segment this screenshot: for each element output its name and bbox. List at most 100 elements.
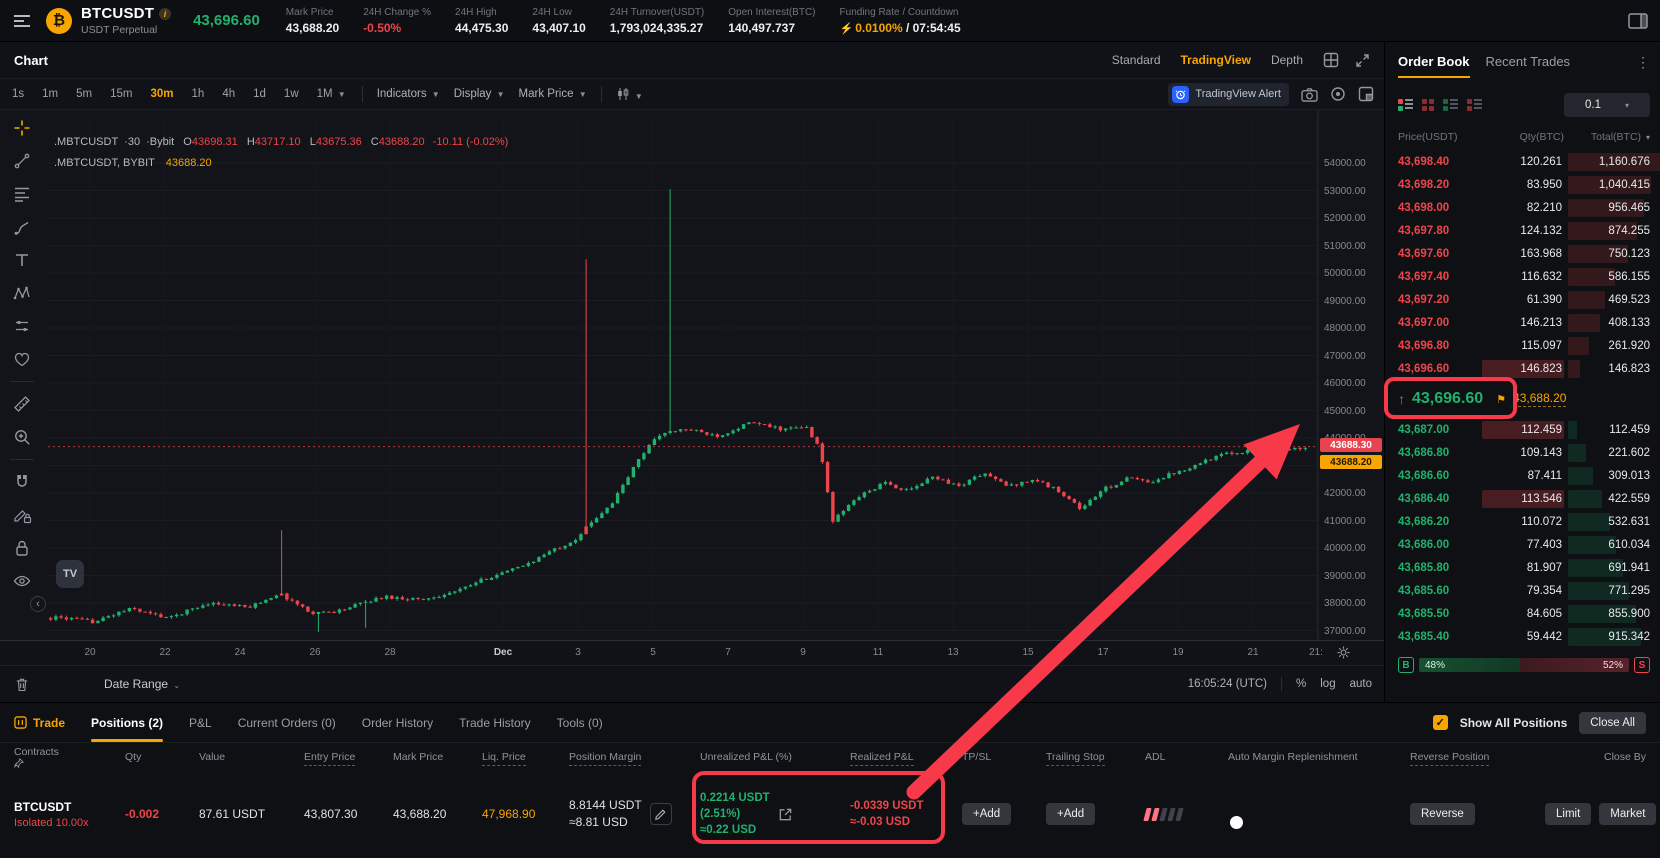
ask-row[interactable]: 43,697.60163.968750.123 <box>1385 242 1660 265</box>
tool-lock-all-icon[interactable] <box>9 536 35 560</box>
tool-crosshair-icon[interactable] <box>9 116 35 140</box>
timeframe-1d[interactable]: 1d <box>251 86 268 102</box>
tool-ruler-icon[interactable] <box>9 392 35 416</box>
camera-snapshot-icon[interactable] <box>1301 87 1318 102</box>
view-tab-depth[interactable]: Depth <box>1271 53 1303 67</box>
timeframe-1s[interactable]: 1s <box>10 86 26 102</box>
hamburger-menu-icon[interactable] <box>12 14 32 28</box>
bid-row[interactable]: 43,685.8081.907691.941 <box>1385 556 1660 579</box>
layout-screenshot-icon[interactable] <box>1358 86 1374 102</box>
candlestick-chart[interactable] <box>0 110 1384 640</box>
tab-positions-2-[interactable]: Positions (2) <box>91 703 163 742</box>
tool-favorites-heart-icon[interactable] <box>9 347 35 371</box>
tool-brush-icon[interactable] <box>9 215 35 239</box>
grid-layout-icon[interactable] <box>1323 52 1339 68</box>
close-limit-button[interactable]: Limit <box>1545 803 1591 825</box>
time-axis[interactable]: 2022242628Dec357911131517192121: <box>0 640 1384 666</box>
fullscreen-icon[interactable] <box>1355 53 1370 68</box>
tab-trade-history[interactable]: Trade History <box>459 703 531 742</box>
last-traded-price-row[interactable]: ↑ 43,696.60 ⚑ 43,688.20 <box>1385 380 1660 418</box>
close-all-button[interactable]: Close All <box>1579 712 1646 734</box>
timeframe-1w[interactable]: 1w <box>282 86 301 102</box>
view-tab-standard[interactable]: Standard <box>1112 53 1161 67</box>
trash-icon[interactable] <box>14 676 30 693</box>
menu-mark-price[interactable]: Mark Price ▼ <box>519 88 587 100</box>
menu-display[interactable]: Display ▼ <box>454 88 505 100</box>
ask-row[interactable]: 43,697.80124.132874.255 <box>1385 219 1660 242</box>
timeframe-30m[interactable]: 30m <box>149 86 176 102</box>
tool-fib-retracement-icon[interactable] <box>9 182 35 206</box>
tab-tools-0-[interactable]: Tools (0) <box>557 703 603 742</box>
tool-trendline-icon[interactable] <box>9 149 35 173</box>
tool-zoom-in-icon[interactable] <box>9 425 35 449</box>
chart-plot-area[interactable]: .MBTCUSDT·30·Bybit O43698.31 H43717.10 L… <box>0 110 1384 640</box>
ask-row[interactable]: 43,698.40120.2611,160.676 <box>1385 150 1660 173</box>
kebab-menu-icon[interactable]: ⋮ <box>1636 54 1650 71</box>
ob-mode-grid-icon[interactable] <box>1422 99 1434 111</box>
ob-mode-asks-icon[interactable] <box>1467 99 1482 111</box>
menu-indicators[interactable]: Indicators ▼ <box>377 88 440 100</box>
tool-xabcd-pattern-icon[interactable] <box>9 281 35 305</box>
ob-mode-bids-icon[interactable] <box>1443 99 1458 111</box>
bid-row[interactable]: 43,685.4059.442915.342 <box>1385 625 1660 648</box>
order-book-mark-price[interactable]: 43,688.20 <box>1513 391 1566 407</box>
tab-order-book[interactable]: Order Book <box>1398 54 1470 78</box>
timeframe-1h[interactable]: 1h <box>190 86 207 102</box>
ask-row[interactable]: 43,698.0082.210956.465 <box>1385 196 1660 219</box>
bid-row[interactable]: 43,687.00112.459112.459 <box>1385 418 1660 441</box>
timeframe-1m[interactable]: 1m <box>40 86 60 102</box>
close-market-button[interactable]: Market <box>1599 803 1656 825</box>
tab-current-orders-0-[interactable]: Current Orders (0) <box>238 703 336 742</box>
ask-row[interactable]: 43,696.80115.097261.920 <box>1385 334 1660 357</box>
timeframe-1M[interactable]: 1M ▼ <box>315 86 348 102</box>
panel-toggle-icon[interactable] <box>1628 12 1648 30</box>
ask-row[interactable]: 43,698.2083.9501,040.415 <box>1385 173 1660 196</box>
tool-hide-all-icon[interactable] <box>9 569 35 593</box>
tab-p-l[interactable]: P&L <box>189 703 212 742</box>
target-icon[interactable] <box>1330 86 1346 102</box>
ob-qty: 163.968 <box>1482 245 1564 263</box>
bid-row[interactable]: 43,686.80109.143221.602 <box>1385 441 1660 464</box>
scale-percent-toggle[interactable]: % <box>1296 678 1306 690</box>
tpsl-add-button[interactable]: +Add <box>962 803 1011 825</box>
tab-trade[interactable]: Trade <box>14 703 65 742</box>
bid-row[interactable]: 43,686.0077.403610.034 <box>1385 533 1660 556</box>
ask-row[interactable]: 43,697.00146.213408.133 <box>1385 311 1660 334</box>
cell-contracts[interactable]: BTCUSDT Isolated 10.00x <box>14 800 125 829</box>
scale-log-toggle[interactable]: log <box>1320 678 1335 690</box>
ask-row[interactable]: 43,696.60146.823146.823 <box>1385 357 1660 380</box>
tool-forecast-icon[interactable] <box>9 314 35 338</box>
show-all-positions-checkbox[interactable]: ✓ <box>1433 715 1448 730</box>
reverse-button[interactable]: Reverse <box>1410 803 1475 825</box>
scroll-left-icon[interactable]: ‹ <box>30 596 46 612</box>
total-unit-caret[interactable]: ▾ <box>1646 133 1650 142</box>
timeframe-15m[interactable]: 15m <box>108 86 134 102</box>
bid-row[interactable]: 43,685.5084.605855.900 <box>1385 602 1660 625</box>
precision-select[interactable]: 0.1▾ <box>1564 93 1650 117</box>
symbol-block[interactable]: BTCUSDT i USDT Perpetual <box>81 5 171 36</box>
axis-settings-gear-icon[interactable] <box>1336 645 1351 660</box>
edit-margin-icon[interactable] <box>650 803 672 825</box>
tool-magnet-icon[interactable] <box>9 470 35 494</box>
bid-row[interactable]: 43,686.6087.411309.013 <box>1385 464 1660 487</box>
ask-row[interactable]: 43,697.40116.632586.155 <box>1385 265 1660 288</box>
view-tab-tradingview[interactable]: TradingView <box>1181 53 1251 67</box>
bid-row[interactable]: 43,686.20110.072532.631 <box>1385 510 1660 533</box>
bid-row[interactable]: 43,686.40113.546422.559 <box>1385 487 1660 510</box>
share-pnl-icon[interactable] <box>778 807 793 822</box>
ask-row[interactable]: 43,697.2061.390469.523 <box>1385 288 1660 311</box>
bid-row[interactable]: 43,685.6079.354771.295 <box>1385 579 1660 602</box>
tab-order-history[interactable]: Order History <box>362 703 433 742</box>
candle-style-dropdown[interactable]: ▼ <box>616 87 643 102</box>
tab-recent-trades[interactable]: Recent Trades <box>1486 54 1571 76</box>
trailing-stop-add-button[interactable]: +Add <box>1046 803 1095 825</box>
tradingview-alert-button[interactable]: TradingView Alert <box>1168 83 1289 106</box>
timeframe-4h[interactable]: 4h <box>220 86 237 102</box>
timeframe-5m[interactable]: 5m <box>74 86 94 102</box>
info-icon[interactable]: i <box>159 8 171 20</box>
tool-text-icon[interactable] <box>9 248 35 272</box>
ob-mode-both-icon[interactable] <box>1398 99 1413 111</box>
date-range-dropdown[interactable]: Date Range ⌄ <box>104 677 180 691</box>
tool-drawing-lock-icon[interactable] <box>9 503 35 527</box>
scale-auto-toggle[interactable]: auto <box>1350 678 1372 690</box>
